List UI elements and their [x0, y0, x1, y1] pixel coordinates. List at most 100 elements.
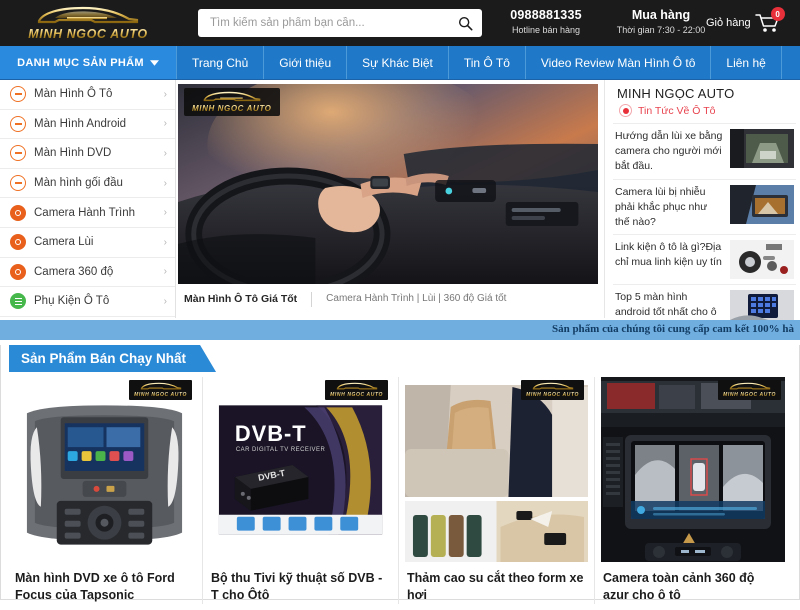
- car-logo-icon: [532, 382, 573, 390]
- product-card[interactable]: MINH NGOC AUTO Màn hình DVD xe ô tô Ford…: [7, 377, 203, 604]
- camera-icon: [10, 204, 26, 221]
- product-photo-360-camera: [601, 377, 785, 562]
- sidebar-item-phu-kien-o-to[interactable]: Phụ Kiện Ô Tô ›: [0, 287, 175, 317]
- nav-item-car-news[interactable]: Tin Ô Tô: [449, 46, 526, 79]
- nav-item-label: Video Review Màn Hình Ô tô: [540, 55, 696, 70]
- search-button[interactable]: [448, 9, 482, 37]
- hotline-block[interactable]: 0988881335 Hotline bán hàng: [496, 8, 596, 35]
- banner-watermark-text: MINH NGOC AUTO: [192, 104, 272, 113]
- sidebar-item-man-hinh-goi-dau[interactable]: Màn hình gối đầu ›: [0, 169, 175, 199]
- product-watermark-text: MINH NGOC AUTO: [723, 392, 776, 398]
- news-item[interactable]: Hướng dẫn lùi xe bằng camera cho người m…: [613, 123, 796, 179]
- sidebar-item-label: Màn Hình Android: [34, 117, 127, 130]
- news-panel-subtitle-row: Tin Tức Về Ô Tô: [613, 101, 796, 123]
- news-item[interactable]: Camera lùi bị nhiễu phải khắc phục như t…: [613, 178, 796, 235]
- thumb-car-parts: [730, 240, 794, 280]
- thumb-noisy-camera: [730, 184, 794, 224]
- chevron-down-icon: [149, 59, 159, 66]
- chevron-right-icon: ›: [163, 147, 167, 159]
- product-image: MINH NGOC AUTO: [13, 377, 196, 562]
- news-item-title: Hướng dẫn lùi xe bằng camera cho người m…: [615, 130, 723, 172]
- product-title: Thảm cao su cắt theo form xe hơi: [407, 571, 584, 602]
- product-title: Camera toàn cảnh 360 độ azur cho ô tô: [603, 571, 755, 602]
- bestsellers-tab[interactable]: Sản Phẩm Bán Chạy Nhất: [9, 345, 216, 372]
- product-title: Màn hình DVD xe ô tô Ford Focus của Taps…: [15, 571, 175, 602]
- nav-item-video-review[interactable]: Video Review Màn Hình Ô tô: [526, 46, 712, 79]
- hotline-number: 0988881335: [510, 8, 582, 22]
- hero-banner[interactable]: MINH NGOC AUTO Màn Hình Ô Tô Giá Tốt Cam…: [176, 80, 604, 318]
- chevron-right-icon: ›: [163, 207, 167, 219]
- product-card[interactable]: MINH NGOC AUTO Thảm cao su cắt theo form…: [399, 377, 595, 604]
- monitor-icon: [10, 86, 26, 103]
- search-input[interactable]: [198, 17, 448, 29]
- chevron-right-icon: ›: [163, 118, 167, 130]
- nav-item-difference[interactable]: Sự Khác Biệt: [347, 46, 449, 79]
- category-menu-label: DANH MỤC SẢN PHẨM: [17, 56, 144, 69]
- sidebar-item-label: Camera Lùi: [34, 236, 94, 249]
- product-image: DVB-T CAR DIGITAL TV RECEIVER DVB-T MINH…: [209, 377, 392, 562]
- bestsellers-section: Sản Phẩm Bán Chạy Nhất MINH NGOC AUTO Mà…: [0, 345, 800, 604]
- product-watermark-text: MINH NGOC AUTO: [330, 392, 383, 398]
- promo-marquee-bar: Sản phẩm của chúng tôi cung cấp cam kết …: [0, 320, 800, 340]
- sidebar-item-man-hinh-o-to[interactable]: Màn Hình Ô Tô ›: [0, 80, 175, 110]
- product-watermark-text: MINH NGOC AUTO: [134, 392, 187, 398]
- product-photo-ford-dvd: [13, 377, 196, 562]
- chevron-right-icon: ›: [163, 88, 167, 100]
- logo-text: MINH NGOC AUTO: [28, 26, 148, 41]
- car-logo-icon: [140, 382, 181, 390]
- sidebar-item-label: Phụ Kiện Ô Tô: [34, 295, 110, 308]
- sidebar-item-label: Màn hình gối đầu: [34, 177, 123, 190]
- site-logo[interactable]: MINH NGOC AUTO: [0, 0, 176, 46]
- nav-item-home[interactable]: Trang Chủ: [176, 46, 265, 79]
- sidebar-item-man-hinh-android[interactable]: Màn Hình Android ›: [0, 110, 175, 140]
- hero-banner-image: MINH NGOC AUTO: [178, 84, 598, 284]
- nav-item-label: Trang Chủ: [192, 55, 249, 70]
- nav-item-contact[interactable]: Liên hệ: [711, 46, 782, 79]
- product-image: MINH NGOC AUTO: [405, 377, 588, 562]
- product-watermark: MINH NGOC AUTO: [718, 380, 781, 400]
- sidebar-item-camera-360[interactable]: Camera 360 độ ›: [0, 258, 175, 288]
- nav-item-about[interactable]: Giới thiệu: [264, 46, 348, 79]
- nav-item-label: Sự Khác Biệt: [362, 55, 433, 70]
- nav-item-label: Liên hệ: [726, 55, 766, 70]
- sidebar-item-label: Camera Hành Trình: [34, 206, 135, 219]
- news-item[interactable]: Link kiện ô tô là gì?Địa chỉ mua linh ki…: [613, 234, 796, 284]
- news-panel-subtitle: Tin Tức Về Ô Tô: [638, 104, 716, 117]
- monitor-icon: [10, 145, 26, 162]
- nav-item-list: Trang Chủ Giới thiệu Sự Khác Biệt Tin Ô …: [176, 46, 782, 79]
- product-card[interactable]: DVB-T CAR DIGITAL TV RECEIVER DVB-T MINH…: [203, 377, 399, 604]
- product-grid: MINH NGOC AUTO Màn hình DVD xe ô tô Ford…: [1, 345, 799, 604]
- news-item-title: Link kiện ô tô là gì?Địa chỉ mua linh ki…: [615, 241, 722, 269]
- nav-item-label: Giới thiệu: [279, 55, 332, 70]
- chevron-right-icon: ›: [163, 236, 167, 248]
- buying-title: Mua hàng: [631, 8, 691, 22]
- sidebar-item-camera-hanh-trinh[interactable]: Camera Hành Trình ›: [0, 198, 175, 228]
- product-title: Bộ thu Tivi kỹ thuật số DVB - T cho Ôtô: [211, 571, 383, 602]
- nav-item-label: Tin Ô Tô: [463, 55, 510, 70]
- news-item-thumbnail: [730, 184, 794, 224]
- product-card[interactable]: MINH NGOC AUTO Camera toàn cảnh 360 độ a…: [595, 377, 791, 604]
- sidebar-item-label: Màn Hình Ô Tô: [34, 88, 113, 101]
- product-watermark: MINH NGOC AUTO: [129, 380, 192, 400]
- sidebar-item-man-hinh-dvd[interactable]: Màn Hình DVD ›: [0, 139, 175, 169]
- product-watermark: MINH NGOC AUTO: [325, 380, 388, 400]
- search-box[interactable]: [198, 9, 482, 37]
- camera-icon: [10, 263, 26, 280]
- news-item-thumbnail: [730, 129, 794, 168]
- record-dot-icon: [619, 104, 632, 117]
- news-item-title: Camera lùi bị nhiễu phải khắc phục như t…: [615, 185, 708, 228]
- category-menu-button[interactable]: DANH MỤC SẢN PHẨM: [0, 46, 176, 79]
- product-watermark: MINH NGOC AUTO: [521, 380, 584, 400]
- cart-label: Giỏ hàng: [706, 17, 751, 29]
- cart-button[interactable]: Giỏ hàng 0: [706, 7, 785, 33]
- banner-watermark: MINH NGOC AUTO: [184, 88, 280, 116]
- product-image: MINH NGOC AUTO: [601, 377, 785, 562]
- promo-marquee-text: Sản phẩm của chúng tôi cung cấp cam kết …: [551, 323, 794, 335]
- thumb-rear-camera: [730, 129, 794, 168]
- chevron-right-icon: ›: [163, 266, 167, 278]
- main-content-row: Màn Hình Ô Tô › Màn Hình Android › Màn H…: [0, 80, 800, 333]
- sidebar-item-label: Màn Hình DVD: [34, 147, 112, 160]
- car-logo-icon: [203, 91, 261, 102]
- news-panel-title: MINH NGỌC AUTO: [617, 86, 735, 101]
- sidebar-item-camera-lui[interactable]: Camera Lùi ›: [0, 228, 175, 258]
